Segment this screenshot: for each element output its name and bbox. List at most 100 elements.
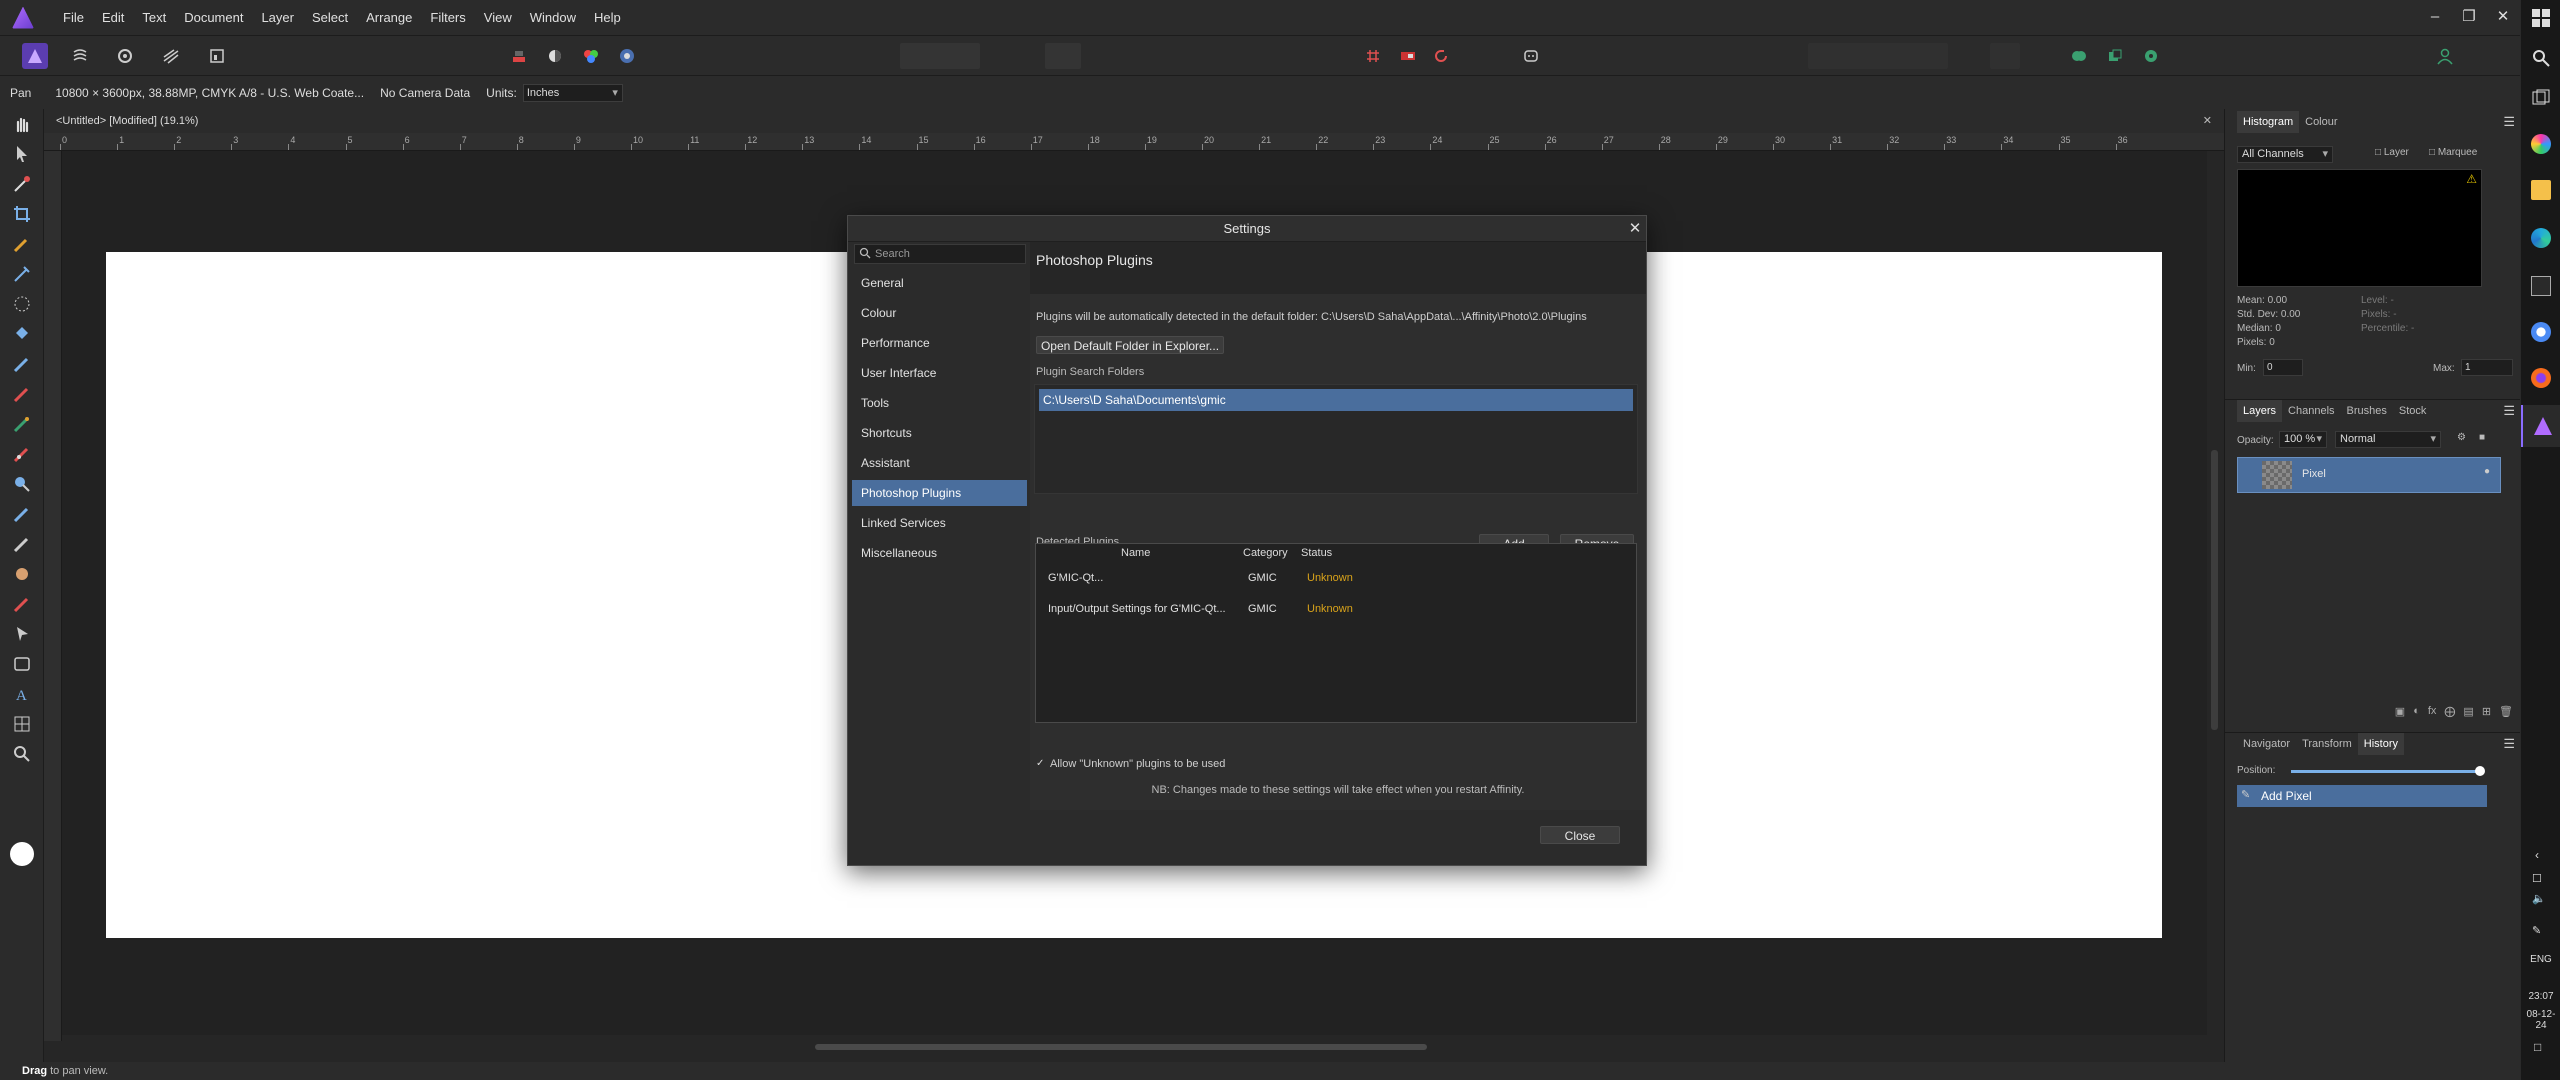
max-input[interactable]: 1 [2461, 359, 2513, 376]
text-tool-icon[interactable]: A [11, 683, 33, 705]
nav-colour[interactable]: Colour [852, 300, 1027, 326]
close-document-icon[interactable]: ✕ [2203, 109, 2212, 133]
auto-levels-icon[interactable] [506, 43, 532, 69]
rectangle-tool-icon[interactable] [11, 653, 33, 675]
layers-menu-icon[interactable]: ☰ [2503, 403, 2515, 419]
menu-text[interactable]: Text [133, 0, 175, 35]
menu-document[interactable]: Document [175, 0, 252, 35]
nav-performance[interactable]: Performance [852, 330, 1027, 356]
crop-tool-icon[interactable] [11, 203, 33, 225]
table-row[interactable]: Input/Output Settings for G'MIC-Qt... GM… [1035, 596, 1637, 624]
open-default-folder-button[interactable]: Open Default Folder in Explorer... [1036, 336, 1224, 354]
tab-brushes[interactable]: Brushes [2341, 405, 2393, 417]
zoom-tool-icon[interactable] [11, 743, 33, 765]
selection-mode-group[interactable] [900, 43, 980, 69]
nav-shortcuts[interactable]: Shortcuts [852, 420, 1027, 446]
nav-user-interface[interactable]: User Interface [852, 360, 1027, 386]
tab-histogram[interactable]: Histogram [2237, 111, 2300, 133]
show-hidden-icons-icon[interactable]: ‹ [2535, 848, 2539, 862]
tone-mapping-persona-icon[interactable] [158, 43, 184, 69]
snapping-icon[interactable] [1360, 43, 1386, 69]
position-slider[interactable] [2291, 770, 2481, 773]
align-button[interactable] [1990, 43, 2020, 69]
restore-icon[interactable]: ❐ [2452, 0, 2486, 35]
histogram-menu-icon[interactable]: ☰ [2503, 114, 2515, 130]
store-icon[interactable] [2531, 276, 2551, 296]
history-item[interactable]: ✎ Add Pixel [2237, 785, 2487, 807]
task-view-icon[interactable] [2531, 88, 2551, 108]
hand-tool-icon[interactable] [11, 113, 33, 135]
nav-tools[interactable]: Tools [852, 390, 1027, 416]
liquify-persona-icon[interactable] [67, 43, 93, 69]
history-menu-icon[interactable]: ☰ [2503, 736, 2515, 752]
tab-colour[interactable]: Colour [2299, 116, 2343, 128]
layer-row[interactable]: Pixel ● [2237, 457, 2501, 493]
layer-settings-icon[interactable]: ⚙ [2457, 432, 2466, 443]
menu-view[interactable]: View [475, 0, 521, 35]
file-explorer-icon[interactable] [2531, 180, 2551, 200]
develop-persona-icon[interactable] [112, 43, 138, 69]
dodge-tool-icon[interactable] [11, 473, 33, 495]
refresh-icon[interactable] [1428, 43, 1454, 69]
search-taskbar-icon[interactable] [2531, 48, 2551, 68]
tab-transform[interactable]: Transform [2296, 738, 2358, 750]
dialog-close-icon[interactable]: ✕ [1624, 216, 1646, 242]
opacity-select[interactable]: 100 % [2279, 431, 2327, 448]
auto-white-balance-icon[interactable] [614, 43, 640, 69]
delete-layer-icon[interactable]: 🗑 [2499, 705, 2513, 725]
pen-icon[interactable]: ✎ [2532, 924, 2541, 937]
vertical-scroll-thumb[interactable] [2211, 450, 2218, 730]
document-tab[interactable]: <Untitled> [Modified] (19.1%) ✕ [44, 109, 2224, 133]
live-filter-icon[interactable]: ⨁ [2444, 705, 2455, 725]
minimize-icon[interactable]: – [2418, 0, 2452, 35]
pixel-tool-icon[interactable] [11, 383, 33, 405]
node-tool-icon[interactable] [11, 623, 33, 645]
mesh-warp-tool-icon[interactable] [11, 713, 33, 735]
tab-layers[interactable]: Layers [2237, 399, 2283, 422]
red-eye-tool-icon[interactable] [11, 593, 33, 615]
fx-icon[interactable]: fx [2428, 705, 2437, 725]
adjustment-icon[interactable]: ◐ [2413, 705, 2420, 725]
menu-layer[interactable]: Layer [252, 0, 303, 35]
nav-miscellaneous[interactable]: Miscellaneous [852, 540, 1027, 566]
mask-toggle-icon[interactable] [1395, 43, 1421, 69]
position-slider-knob[interactable] [2475, 766, 2485, 776]
selection-brush-tool-icon[interactable] [11, 233, 33, 255]
layer-checkbox[interactable]: □ Layer [2375, 147, 2409, 158]
auto-colour-icon[interactable] [578, 43, 604, 69]
menu-edit[interactable]: Edit [93, 0, 133, 35]
nav-assistant[interactable]: Assistant [852, 450, 1027, 476]
volume-icon[interactable]: 🔈 [2532, 892, 2546, 905]
marquee-checkbox[interactable]: □ Marquee [2429, 147, 2477, 158]
primary-colour-swatch[interactable] [10, 842, 34, 866]
assistant-icon[interactable] [1518, 43, 1544, 69]
sponge-tool-icon[interactable] [11, 533, 33, 555]
healing-tool-icon[interactable] [11, 563, 33, 585]
boolean-subtract-icon[interactable] [2102, 43, 2128, 69]
flood-select-tool-icon[interactable] [11, 263, 33, 285]
flood-fill-tool-icon[interactable] [11, 323, 33, 345]
clock-time[interactable]: 23:07 [2521, 991, 2560, 1002]
nav-photoshop-plugins[interactable]: Photoshop Plugins [852, 480, 1027, 506]
table-row[interactable]: G'MIC-Qt... GMIC Unknown [1035, 565, 1637, 593]
windows-start-icon[interactable] [2531, 8, 2551, 28]
photo-persona-icon[interactable] [22, 43, 48, 69]
layer-lock-icon[interactable]: ■ [2479, 432, 2485, 443]
add-layer-icon[interactable]: ⊞ [2482, 705, 2491, 725]
nav-general[interactable]: General [852, 270, 1027, 296]
folder-row[interactable]: C:\Users\D Saha\Documents\gmic [1039, 389, 1633, 411]
copilot-icon[interactable] [2531, 134, 2551, 154]
paint-mixer-tool-icon[interactable] [11, 413, 33, 435]
paint-brush-tool-icon[interactable] [11, 353, 33, 375]
arrange-buttons-group[interactable] [1808, 43, 1948, 69]
min-input[interactable]: 0 [2263, 359, 2303, 376]
tab-navigator[interactable]: Navigator [2237, 738, 2296, 750]
auto-contrast-icon[interactable] [542, 43, 568, 69]
menu-select[interactable]: Select [303, 0, 357, 35]
boolean-intersect-icon[interactable] [2138, 43, 2164, 69]
marquee-tool-icon[interactable] [11, 293, 33, 315]
clone-tool-icon[interactable] [11, 443, 33, 465]
clock-date[interactable]: 08-12-24 [2521, 1009, 2560, 1031]
menu-window[interactable]: Window [521, 0, 585, 35]
group-icon[interactable]: ▤ [2463, 705, 2473, 725]
